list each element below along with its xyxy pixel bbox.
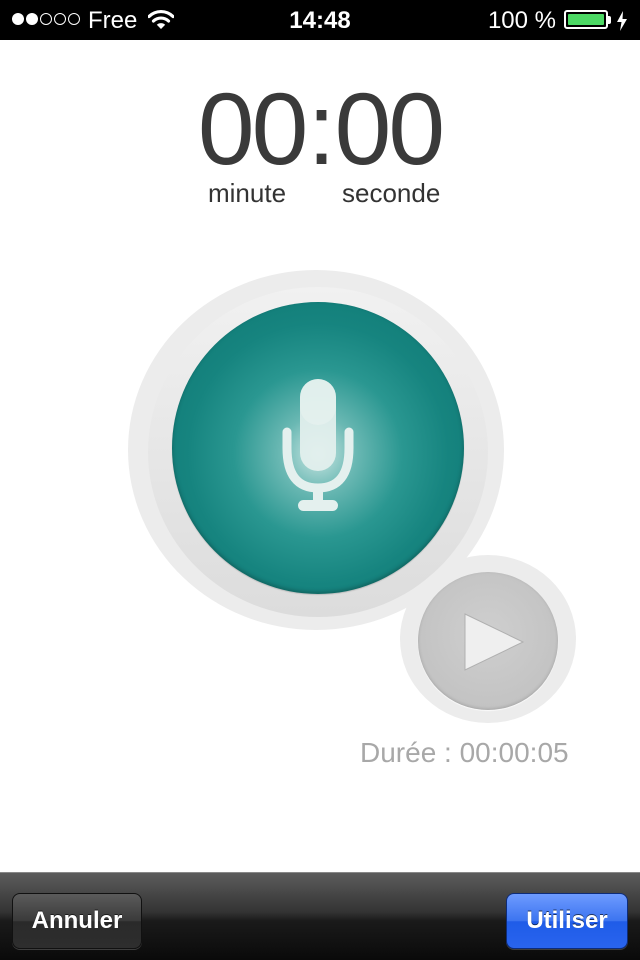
timer-minutes: 00 xyxy=(197,72,308,186)
status-bar: Free 14:48 100 % xyxy=(0,0,640,40)
timer-seconds: 00 xyxy=(334,72,445,186)
recording-duration: Durée : 00:00:05 xyxy=(360,737,569,768)
use-button[interactable]: Utiliser xyxy=(506,893,628,949)
second-label: seconde xyxy=(342,178,441,208)
minute-label: minute xyxy=(208,178,287,208)
battery-percentage: 100 % xyxy=(487,7,556,34)
timer-separator: : xyxy=(307,72,335,186)
cancel-button[interactable]: Annuler xyxy=(12,893,142,949)
elapsed-timer: 00:00 xyxy=(0,78,640,180)
battery-level xyxy=(568,14,604,25)
play-icon xyxy=(462,612,526,677)
battery-tip xyxy=(608,16,611,24)
microphone-icon xyxy=(280,376,356,521)
battery-icon xyxy=(564,10,608,29)
charging-bolt-icon xyxy=(616,10,628,38)
